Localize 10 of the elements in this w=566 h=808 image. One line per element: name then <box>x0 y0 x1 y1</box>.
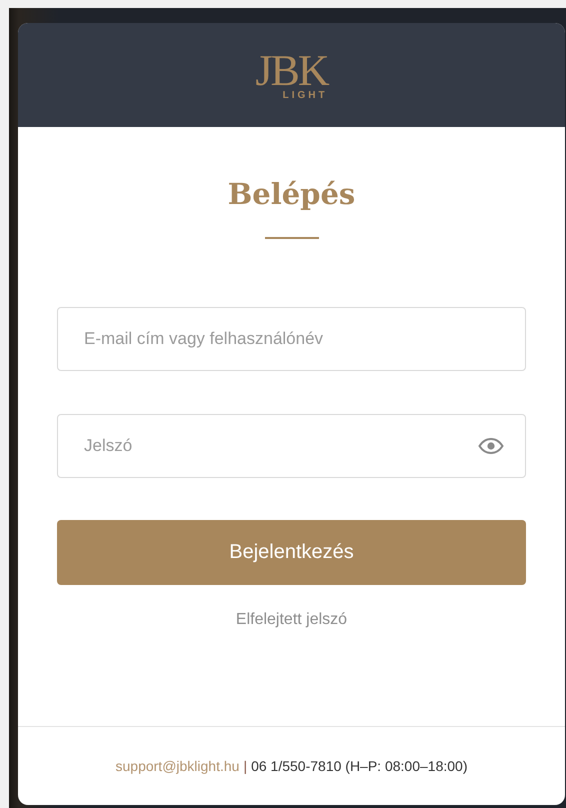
login-title: Belépés <box>228 177 356 211</box>
email-field[interactable]: E-mail cím vagy felhasználónév <box>57 307 526 371</box>
logo: JBK LIGHT <box>255 49 328 101</box>
forgot-password-link[interactable]: Elfelejtett jelszó <box>236 611 348 629</box>
password-field[interactable]: Jelszó <box>57 414 526 478</box>
login-button[interactable]: Bejelentkezés <box>57 520 526 585</box>
separator: | <box>243 758 248 774</box>
eye-icon[interactable] <box>478 438 504 454</box>
contact-info: 06 1/550-7810 (H–P: 08:00–18:00) <box>251 758 468 774</box>
support-email-link[interactable]: support@jbklight.hu <box>116 758 240 774</box>
